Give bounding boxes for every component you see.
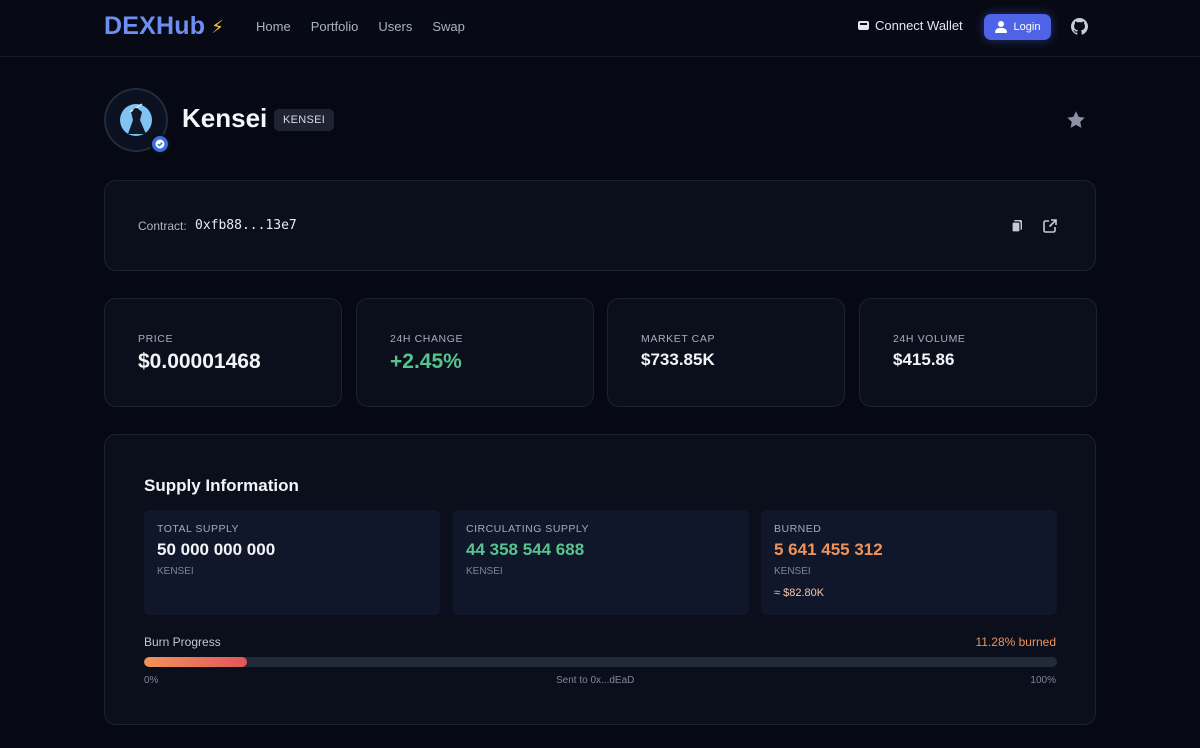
burned-value: 5 641 455 312 bbox=[774, 540, 883, 559]
copy-icon[interactable] bbox=[1010, 219, 1024, 233]
burned-label: BURNED bbox=[774, 523, 822, 535]
supply-info-card: Supply Information TOTAL SUPPLY 50 000 0… bbox=[104, 434, 1096, 725]
external-link-icon[interactable] bbox=[1042, 218, 1058, 234]
brand-logo[interactable]: DEXHub ⚡ bbox=[104, 12, 224, 41]
progress-min-label: 0% bbox=[144, 675, 159, 686]
volume-24h-label: 24H VOLUME bbox=[893, 333, 966, 345]
price-card: PRICE $0.00001468 bbox=[104, 298, 342, 407]
market-cap-value: $733.85K bbox=[641, 350, 715, 369]
user-icon bbox=[994, 21, 1007, 33]
circulating-supply-box: CIRCULATING SUPPLY 44 358 544 688 KENSEI bbox=[453, 510, 749, 615]
nav-users[interactable]: Users bbox=[378, 19, 412, 34]
nav-home[interactable]: Home bbox=[256, 19, 291, 34]
connect-wallet-button[interactable]: Connect Wallet bbox=[858, 18, 963, 33]
price-value: $0.00001468 bbox=[138, 350, 261, 373]
main-nav: Home Portfolio Users Swap bbox=[256, 19, 465, 34]
burned-unit: KENSEI bbox=[774, 566, 811, 577]
github-icon[interactable] bbox=[1071, 18, 1088, 35]
change-24h-card: 24H CHANGE +2.45% bbox=[356, 298, 594, 407]
change-24h-value: +2.45% bbox=[390, 350, 462, 373]
supply-title: Supply Information bbox=[144, 476, 299, 495]
volume-24h-value: $415.86 bbox=[893, 350, 955, 369]
progress-mid-label: Sent to 0x...dEaD bbox=[556, 675, 635, 686]
top-navbar: DEXHub ⚡ Home Portfolio Users Swap Conne… bbox=[0, 0, 1200, 57]
contract-address[interactable]: 0xfb88...13e7 bbox=[195, 218, 297, 233]
favorite-star-icon[interactable] bbox=[1065, 109, 1087, 131]
nav-portfolio[interactable]: Portfolio bbox=[311, 19, 359, 34]
connect-wallet-label: Connect Wallet bbox=[875, 18, 963, 33]
wallet-icon bbox=[858, 21, 869, 30]
token-name: Kensei bbox=[182, 103, 268, 133]
login-button[interactable]: Login bbox=[984, 14, 1051, 40]
total-supply-box: TOTAL SUPPLY 50 000 000 000 KENSEI bbox=[144, 510, 440, 615]
burned-usd-value: ≈ $82.80K bbox=[774, 587, 825, 599]
burn-progress-label: Burn Progress bbox=[144, 635, 221, 649]
change-24h-label: 24H CHANGE bbox=[390, 333, 464, 345]
burned-supply-box: BURNED 5 641 455 312 KENSEI ≈ $82.80K bbox=[761, 510, 1057, 615]
total-supply-label: TOTAL SUPPLY bbox=[157, 523, 240, 535]
token-symbol-badge: KENSEI bbox=[274, 109, 335, 131]
contract-label: Contract: bbox=[138, 219, 187, 233]
total-supply-value: 50 000 000 000 bbox=[157, 540, 276, 559]
market-cap-label: MARKET CAP bbox=[641, 333, 716, 345]
progress-max-label: 100% bbox=[1030, 675, 1056, 686]
login-label: Login bbox=[1013, 21, 1041, 33]
volume-24h-card: 24H VOLUME $415.86 bbox=[859, 298, 1097, 407]
circulating-supply-unit: KENSEI bbox=[466, 566, 503, 577]
total-supply-unit: KENSEI bbox=[157, 566, 194, 577]
burn-progress-fill bbox=[144, 657, 247, 667]
circulating-supply-label: CIRCULATING SUPPLY bbox=[466, 523, 589, 535]
market-cap-card: MARKET CAP $733.85K bbox=[607, 298, 845, 407]
verified-badge-icon bbox=[150, 134, 170, 154]
burn-percent-text: 11.28% burned bbox=[975, 635, 1056, 649]
brand-name[interactable]: DEXHub bbox=[104, 12, 205, 41]
nav-swap[interactable]: Swap bbox=[432, 19, 465, 34]
circulating-supply-value: 44 358 544 688 bbox=[466, 540, 585, 559]
lightning-icon: ⚡ bbox=[211, 16, 224, 37]
burn-progress-bar bbox=[144, 657, 1057, 667]
price-label: PRICE bbox=[138, 333, 174, 345]
contract-card: Contract: 0xfb88...13e7 bbox=[104, 180, 1096, 271]
